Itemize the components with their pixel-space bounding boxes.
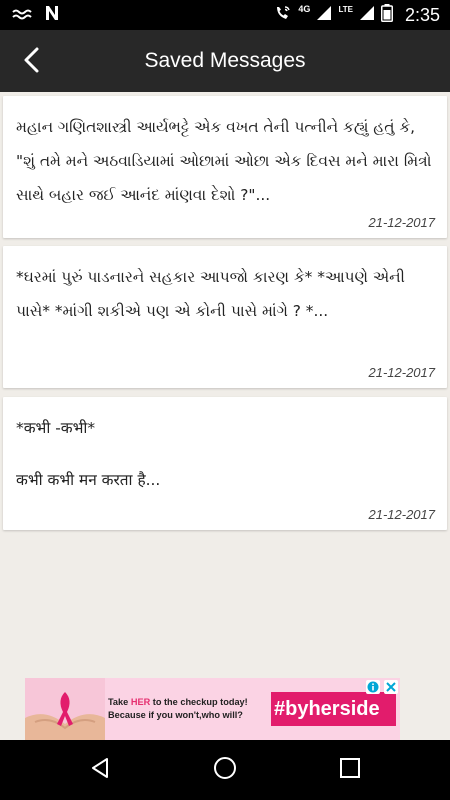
message-line: कभी कभी मन करता है... [16, 471, 161, 489]
messages-list: મહાન ગણિતશાસ્ત્રી આર્યભટ્ટે એક વખત તેની … [0, 92, 450, 740]
network-lte-label: LTE [338, 4, 353, 14]
message-card[interactable]: *ઘરમાં પુરું પાડનારને સહકાર આપજો કારણ કે… [3, 246, 447, 388]
message-date: 21-12-2017 [368, 507, 436, 522]
ad-text-line2: Because if you won't,who will? [108, 710, 243, 720]
ad-text: Take HER to the checkup today! Because i… [108, 696, 278, 722]
system-nav-bar [0, 740, 450, 800]
nav-home-button[interactable] [209, 754, 241, 786]
wave-icon [12, 6, 34, 25]
home-circle-icon [213, 756, 237, 784]
ad-hashtag: #byherside [271, 692, 396, 726]
ad-info-icon[interactable] [366, 680, 380, 694]
ad-text-suffix: to the checkup today! [150, 697, 248, 707]
status-bar: 4G LTE 2:35 [0, 0, 450, 30]
message-card[interactable]: *कभी -कभी* कभी कभी मन करता है... 21-12-2… [3, 397, 447, 530]
network-4g-label: 4G [298, 4, 311, 14]
ad-text-prefix: Take [108, 697, 131, 707]
message-card[interactable]: મહાન ગણિતશાસ્ત્રી આર્યભટ્ટે એક વખત તેની … [3, 96, 447, 238]
status-right: 4G LTE 2:35 [274, 0, 440, 30]
status-left [12, 6, 60, 24]
ad-controls [366, 680, 398, 694]
ad-hands-ribbon-image [25, 678, 105, 740]
ad-close-icon[interactable] [384, 680, 398, 694]
nav-recents-button[interactable] [334, 754, 366, 786]
ad-banner[interactable]: Take HER to the checkup today! Because i… [25, 678, 400, 740]
signal-icon-2 [359, 5, 375, 25]
status-time: 2:35 [404, 4, 440, 25]
notification-n-icon [44, 5, 60, 25]
message-text: *कभी -कभी* कभी कभी मन करता है... [16, 415, 435, 493]
signal-icon [316, 5, 332, 25]
app-bar: Saved Messages [0, 30, 450, 92]
message-date: 21-12-2017 [368, 215, 436, 230]
ad-text-highlight: HER [130, 697, 151, 707]
page-title: Saved Messages [144, 49, 306, 72]
phone-wifi-icon [274, 4, 292, 26]
message-text: મહાન ગણિતશાસ્ત્રી આર્યભટ્ટે એક વખત તેની … [16, 118, 432, 204]
nav-back-button[interactable] [84, 754, 116, 786]
battery-icon [380, 4, 393, 26]
back-triangle-icon [89, 757, 111, 783]
recents-square-icon [339, 757, 361, 783]
message-text: *ઘરમાં પુરું પાડનારને સહકાર આપજો કારણ કે… [16, 268, 405, 320]
message-heading: *कभी -कभी* [16, 419, 96, 437]
message-date: 21-12-2017 [368, 365, 436, 380]
